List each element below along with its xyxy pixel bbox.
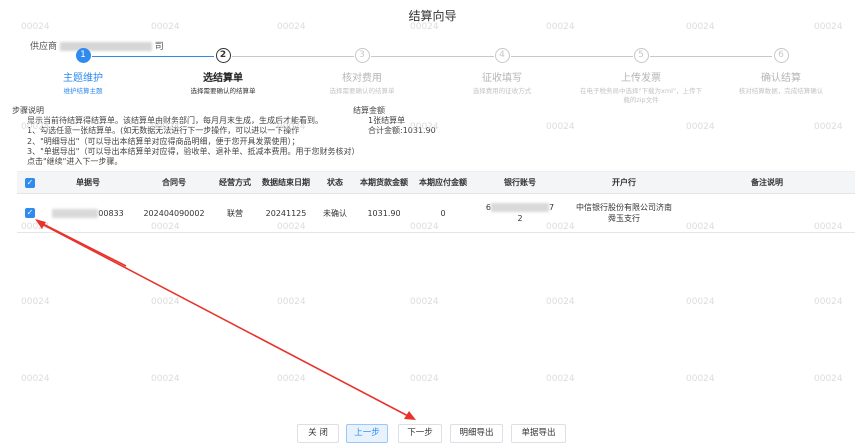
prev-step-button[interactable]: 上一步	[346, 424, 388, 443]
annotation-arrows	[35, 219, 416, 420]
next-step-button[interactable]: 下一步	[398, 424, 442, 443]
close-button[interactable]: 关 闭	[297, 424, 339, 443]
doc-export-button[interactable]: 单据导出	[511, 424, 566, 443]
detail-export-button[interactable]: 明细导出	[450, 424, 503, 443]
annotation-arrow-to-next	[39, 222, 411, 418]
